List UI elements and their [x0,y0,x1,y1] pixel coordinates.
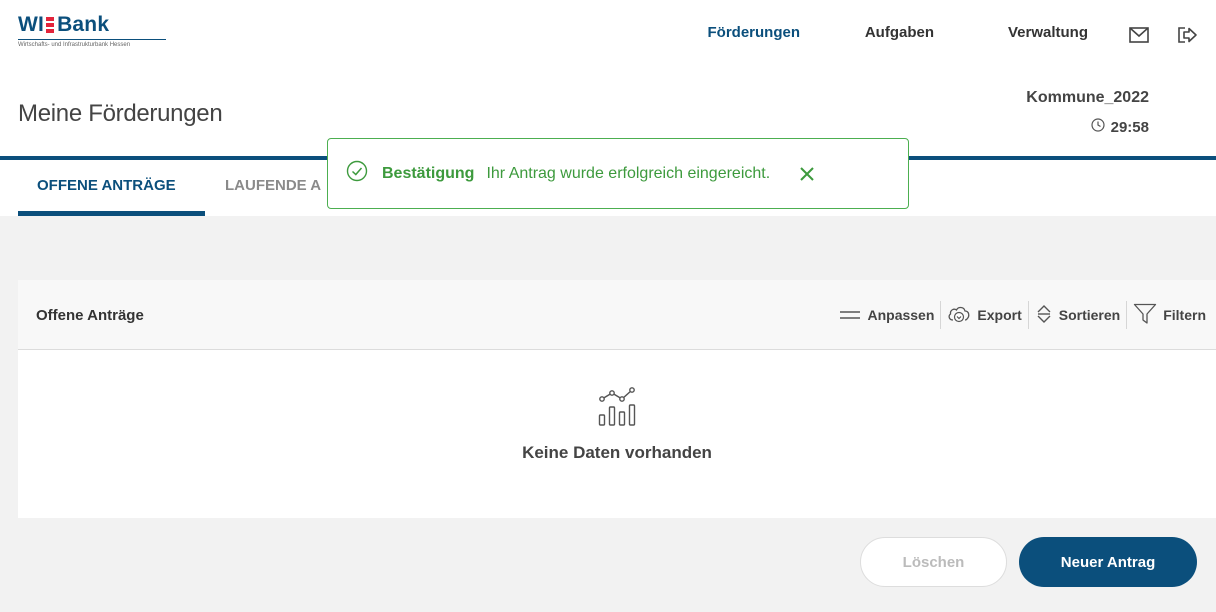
cloud-download-icon [947,305,971,326]
session-timer-value: 29:58 [1110,118,1149,136]
logo-subtitle: Wirtschafts- und Infrastrukturbank Hesse… [18,42,131,48]
empty-state-text: Keine Daten vorhanden [522,443,712,462]
lines-icon [839,307,861,323]
customize-label: Anpassen [867,307,935,323]
session-timer: 29:58 [1091,118,1149,136]
check-circle-icon [346,160,368,187]
delete-button[interactable]: Löschen [860,537,1007,587]
toast-title: Bestätigung [382,164,475,182]
session-user: Kommune_2022 [1026,89,1149,106]
open-applications-panel: Offene Anträge Anpassen Export Sortieren… [18,280,1216,518]
wibank-logo[interactable]: WI Bank Wirtschafts- und Infrastrukturba… [18,14,166,48]
logo-wordmark: WI Bank [18,13,110,36]
close-icon[interactable] [798,165,816,183]
nav-item-verwaltung[interactable]: Verwaltung [1008,24,1088,41]
customize-button[interactable]: Anpassen [833,301,940,329]
panel-toolbar: Anpassen Export Sortieren Filtern [833,299,1216,331]
confirmation-toast: Bestätigung Ihr Antrag wurde erfolgreich… [327,138,909,209]
page-title: Meine Förderungen [18,100,223,127]
export-label: Export [977,307,1022,323]
new-application-button[interactable]: Neuer Antrag [1019,537,1197,587]
mail-icon[interactable] [1128,25,1150,45]
sort-icon [1035,304,1053,327]
tab-laufende-antraege[interactable]: LAUFENDE A [225,177,321,194]
filter-label: Filtern [1163,307,1206,323]
clock-icon [1091,118,1105,136]
nav-item-foerderungen[interactable]: Förderungen [708,24,801,41]
empty-state: Keine Daten vorhanden [18,385,1216,463]
sort-button[interactable]: Sortieren [1029,301,1126,329]
panel-title: Offene Anträge [36,307,144,324]
sort-label: Sortieren [1058,307,1121,323]
toast-message: Ihr Antrag wurde erfolgreich eingereicht… [486,164,771,182]
panel-header: Offene Anträge Anpassen Export Sortieren… [18,280,1216,350]
logo-bars-icon [46,17,55,33]
filter-icon [1133,303,1157,328]
export-button[interactable]: Export [941,301,1027,329]
nav-item-aufgaben[interactable]: Aufgaben [865,24,934,41]
header: WI Bank Wirtschafts- und Infrastrukturba… [0,0,1216,70]
logo-underline [18,39,166,40]
tab-offene-antraege[interactable]: OFFENE ANTRÄGE [37,177,176,194]
chart-trend-icon [18,385,1216,429]
filter-button[interactable]: Filtern [1127,301,1216,329]
logout-icon[interactable] [1176,25,1198,45]
